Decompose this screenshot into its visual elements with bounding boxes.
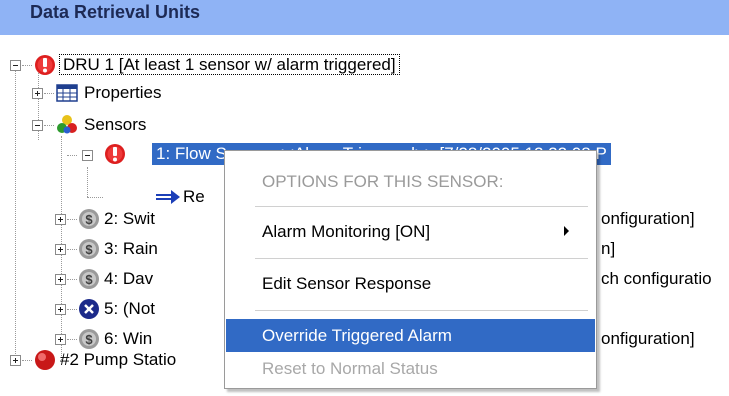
- svg-text:$: $: [85, 242, 93, 257]
- sensor-coil-icon: $: [79, 239, 99, 259]
- collapse-toggle[interactable]: [82, 150, 93, 161]
- override-alarm-label: Override Triggered Alarm: [262, 326, 452, 345]
- panel-title: Data Retrieval Units: [30, 2, 201, 22]
- response-label: Re: [183, 187, 205, 206]
- menu-item-override-triggered-alarm[interactable]: Override Triggered Alarm: [226, 319, 595, 352]
- sensor-coil-icon: $: [79, 329, 99, 349]
- collapse-toggle[interactable]: [10, 60, 21, 71]
- sensor5-label: 5: (Not: [104, 299, 156, 318]
- properties-label: Properties: [84, 83, 162, 102]
- sensor4-tail: ch configuratio: [601, 269, 712, 288]
- sensor6-label: 6: Win: [104, 329, 153, 348]
- sensor-context-menu: OPTIONS FOR THIS SENSOR: Alarm Monitorin…: [224, 150, 597, 389]
- expand-toggle[interactable]: [55, 334, 66, 345]
- menu-item-alarm-monitoring[interactable]: Alarm Monitoring [ON]: [226, 215, 595, 248]
- properties-grid-icon: [56, 84, 78, 102]
- sensor6-tail: onfiguration]: [601, 329, 695, 348]
- panel-header: Data Retrieval Units: [0, 0, 729, 35]
- menu-separator: [255, 206, 588, 207]
- menu-item-reset-normal-status[interactable]: Reset to Normal Status: [226, 352, 595, 385]
- dru1-label: DRU 1 [At least 1 sensor w/ alarm trigge…: [59, 54, 400, 75]
- edit-response-label: Edit Sensor Response: [262, 274, 432, 293]
- sensor-coil-icon: $: [79, 269, 99, 289]
- expand-toggle[interactable]: [32, 88, 43, 99]
- sensors-cluster-icon: [57, 115, 77, 134]
- expand-toggle[interactable]: [55, 244, 66, 255]
- svg-text:$: $: [85, 272, 93, 287]
- exclamation-alarm-icon: [35, 55, 55, 75]
- menu-item-edit-sensor-response[interactable]: Edit Sensor Response: [226, 267, 595, 300]
- sensor2-tail: onfiguration]: [601, 209, 695, 228]
- svg-text:$: $: [85, 332, 93, 347]
- reset-status-label: Reset to Normal Status: [262, 359, 438, 378]
- expand-toggle[interactable]: [55, 214, 66, 225]
- sensor4-label: 4: Dav: [104, 269, 154, 288]
- pump-station-label: #2 Pump Statio: [60, 350, 177, 369]
- arrow-right-icon: [156, 190, 180, 204]
- expand-toggle[interactable]: [10, 355, 21, 366]
- menu-header: OPTIONS FOR THIS SENSOR:: [262, 172, 504, 191]
- submenu-arrow-icon: [564, 226, 569, 236]
- alarm-monitoring-label: Alarm Monitoring [ON]: [262, 222, 431, 241]
- sensor3-tail: n]: [601, 239, 616, 258]
- red-ball-icon: [35, 350, 55, 370]
- collapse-toggle[interactable]: [32, 120, 43, 131]
- exclamation-alarm-icon: [105, 144, 125, 164]
- sensor3-label: 3: Rain: [104, 239, 158, 258]
- menu-separator: [255, 310, 588, 311]
- expand-toggle[interactable]: [55, 304, 66, 315]
- svg-text:$: $: [85, 212, 93, 227]
- expand-toggle[interactable]: [55, 274, 66, 285]
- x-circle-icon: [79, 299, 99, 319]
- sensor2-label: 2: Swit: [104, 209, 156, 228]
- sensors-label: Sensors: [84, 115, 147, 134]
- menu-separator: [255, 258, 588, 259]
- sensor-coil-icon: $: [79, 209, 99, 229]
